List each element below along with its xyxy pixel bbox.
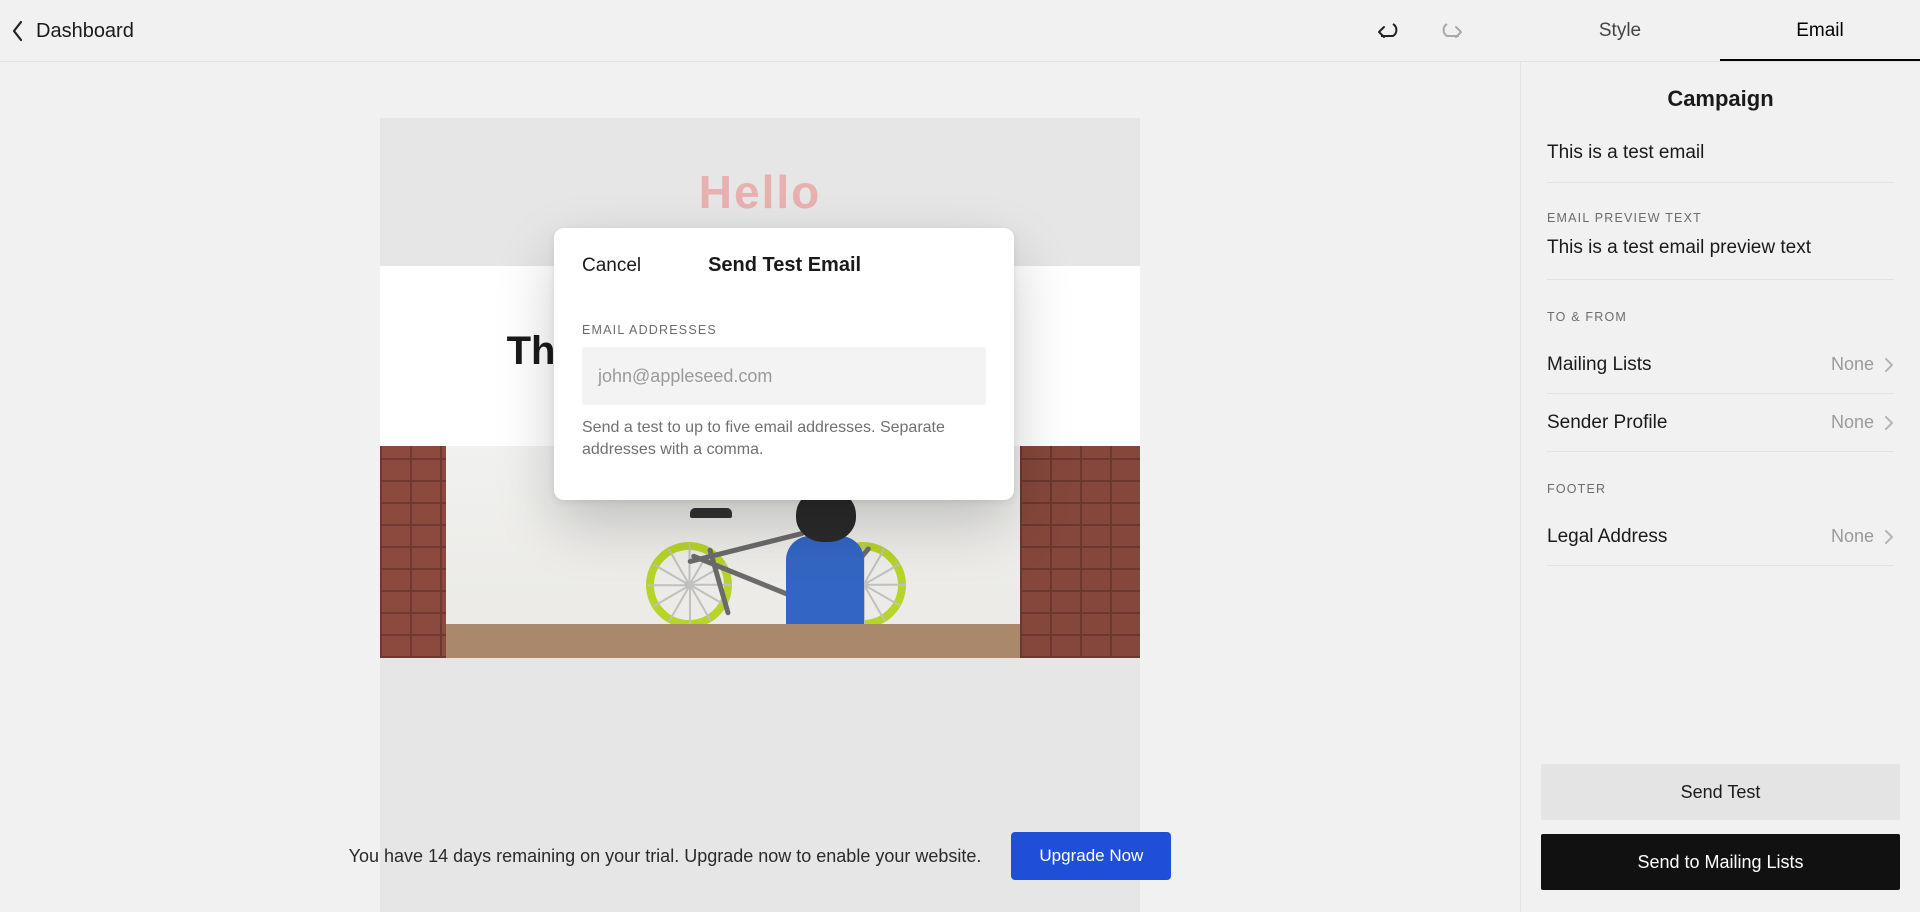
tab-email-label: Email [1796, 20, 1844, 42]
send-test-button-label: Send Test [1681, 782, 1761, 803]
side-panel-buttons: Send Test Send to Mailing Lists [1521, 746, 1920, 912]
topbar: Dashboard Style Email [0, 0, 1920, 62]
row-sender-profile-name: Sender Profile [1547, 412, 1667, 434]
send-test-button[interactable]: Send Test [1541, 764, 1900, 820]
email-addresses-input[interactable] [582, 347, 986, 405]
row-legal-address-name: Legal Address [1547, 526, 1667, 548]
upgrade-now-button[interactable]: Upgrade Now [1011, 832, 1171, 880]
top-tabs: Style Email [1520, 0, 1920, 62]
send-to-lists-button[interactable]: Send to Mailing Lists [1541, 834, 1900, 890]
email-hero-text: Hello [699, 165, 821, 219]
chevron-right-icon [1884, 415, 1894, 431]
send-to-lists-button-label: Send to Mailing Lists [1637, 852, 1803, 873]
modal-cancel-button[interactable]: Cancel [582, 255, 641, 277]
brick-wall-right [1020, 446, 1140, 658]
modal-title: Send Test Email [708, 254, 861, 277]
trial-message: You have 14 days remaining on your trial… [349, 846, 982, 867]
person-illustration [766, 488, 886, 658]
redo-button[interactable] [1437, 21, 1465, 41]
to-from-label: TO & FROM [1547, 310, 1894, 324]
tab-style-label: Style [1599, 20, 1641, 42]
preview-text-value[interactable]: This is a test email preview text [1547, 237, 1894, 280]
subject-value[interactable]: This is a test email [1547, 132, 1894, 183]
brick-wall-left [380, 446, 446, 658]
upgrade-now-label: Upgrade Now [1039, 846, 1143, 865]
send-test-email-modal: Cancel Send Test Email EMAIL ADDRESSES S… [554, 228, 1014, 500]
undo-redo-group [1375, 0, 1505, 62]
undo-button[interactable] [1375, 21, 1403, 41]
back-to-dashboard[interactable]: Dashboard [0, 19, 134, 43]
row-mailing-lists-name: Mailing Lists [1547, 354, 1652, 376]
footer-section-label: FOOTER [1547, 482, 1894, 496]
tab-style[interactable]: Style [1520, 0, 1720, 62]
row-mailing-lists[interactable]: Mailing Lists None [1547, 336, 1894, 394]
modal-header: Cancel Send Test Email [582, 254, 986, 277]
side-panel-title: Campaign [1521, 62, 1920, 132]
row-sender-profile-value: None [1831, 412, 1874, 433]
side-panel: Campaign This is a test email EMAIL PREV… [1520, 62, 1920, 912]
chevron-right-icon [1884, 357, 1894, 373]
modal-addresses-label: EMAIL ADDRESSES [582, 323, 986, 337]
row-legal-address-value: None [1831, 526, 1874, 547]
row-sender-profile[interactable]: Sender Profile None [1547, 394, 1894, 452]
chevron-left-icon [10, 19, 26, 43]
row-mailing-lists-value: None [1831, 354, 1874, 375]
back-label: Dashboard [36, 20, 134, 43]
preview-text-label: EMAIL PREVIEW TEXT [1547, 211, 1894, 225]
chevron-right-icon [1884, 529, 1894, 545]
tab-email[interactable]: Email [1720, 0, 1920, 62]
modal-help-text: Send a test to up to five email addresse… [582, 417, 986, 460]
row-legal-address[interactable]: Legal Address None [1547, 508, 1894, 566]
